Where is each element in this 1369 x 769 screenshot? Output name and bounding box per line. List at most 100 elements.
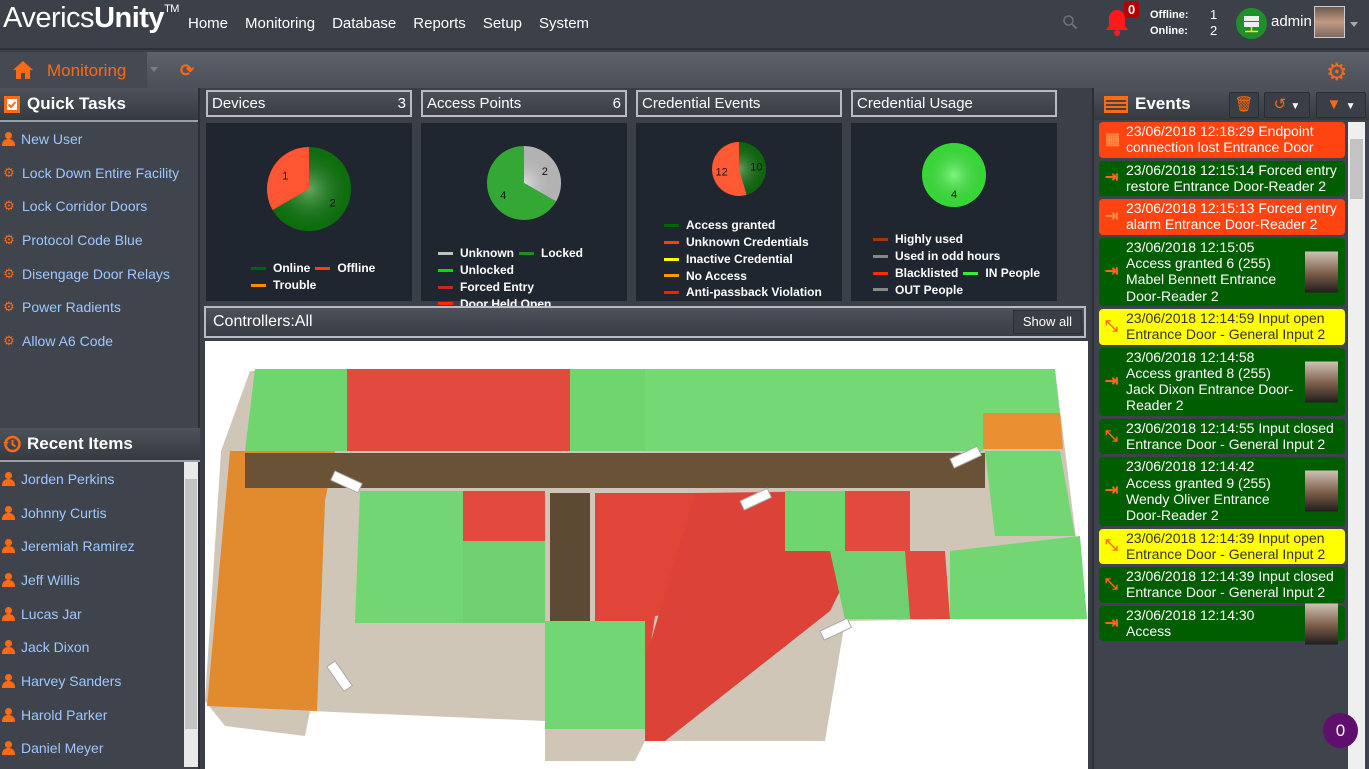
room-green[interactable] bbox=[645, 369, 885, 451]
legend-item[interactable]: Unlocked bbox=[438, 263, 514, 278]
recent-item-label: Jorden Perkins bbox=[21, 470, 115, 487]
event-item[interactable]: ⤡ 23/06/2018 12:14:39 Input closed Entran… bbox=[1099, 567, 1345, 603]
quick-task-lock-down[interactable]: ⚙ Lock Down Entire Facility bbox=[0, 156, 198, 190]
recent-item[interactable]: Jeff Willis bbox=[0, 563, 200, 597]
clear-events-button[interactable]: 🗑 bbox=[1229, 92, 1259, 118]
legend-item[interactable]: Unknown bbox=[438, 246, 514, 261]
quick-task-allow-a6[interactable]: ⚙ Allow A6 Code bbox=[0, 324, 198, 358]
legend-item[interactable]: Access granted bbox=[664, 218, 775, 233]
history-dropdown-button[interactable]: ↺ ▼ bbox=[1264, 92, 1310, 118]
legend-item[interactable]: Locked bbox=[519, 246, 583, 261]
event-item[interactable]: ⇥ 23/06/2018 12:14:58 Access granted 8 (2… bbox=[1099, 347, 1345, 416]
room-green[interactable] bbox=[985, 451, 1075, 536]
recent-item[interactable]: Jeremiah Ramirez bbox=[0, 529, 200, 563]
room-red[interactable] bbox=[463, 491, 545, 541]
recent-items-scrollbar[interactable] bbox=[184, 462, 198, 767]
event-item[interactable]: ⤡ 23/06/2018 12:14:39 Input open Entrance… bbox=[1099, 528, 1345, 565]
user-avatar[interactable] bbox=[1314, 6, 1345, 38]
legend-item[interactable]: Highly used bbox=[873, 232, 963, 247]
section-selector[interactable]: Monitoring bbox=[0, 52, 158, 88]
room-red[interactable] bbox=[905, 551, 950, 619]
events-scrollbar[interactable] bbox=[1348, 122, 1365, 769]
scrollbar-thumb[interactable] bbox=[185, 479, 197, 729]
widget-header[interactable]: Credential Usage bbox=[851, 90, 1057, 117]
quick-task-label: Disengage Door Relays bbox=[22, 265, 170, 282]
event-item[interactable]: ⤡ 23/06/2018 12:14:55 Input closed Entran… bbox=[1099, 418, 1345, 455]
user-menu-caret-icon[interactable] bbox=[1350, 22, 1358, 27]
event-item[interactable]: ▦ 23/06/2018 12:18:29 Endpoint connection… bbox=[1099, 122, 1345, 158]
quick-task-power-radients[interactable]: ⚙ Power Radients bbox=[0, 290, 198, 324]
recent-item[interactable]: Daniel Meyer bbox=[0, 732, 200, 766]
nav-reports[interactable]: Reports bbox=[413, 15, 466, 32]
legend-item[interactable]: Trouble bbox=[251, 278, 316, 293]
room-green[interactable] bbox=[245, 369, 347, 451]
legend-item[interactable]: Unknown Credentials bbox=[664, 235, 809, 250]
event-item[interactable]: ⤡ 23/06/2018 12:14:59 Input open Entrance… bbox=[1099, 308, 1345, 345]
event-item[interactable]: ⇥ 23/06/2018 12:14:30 Access bbox=[1099, 603, 1345, 645]
show-all-button[interactable]: Show all bbox=[1012, 310, 1082, 334]
room-green[interactable] bbox=[355, 491, 463, 623]
filter-dropdown-button[interactable]: ▼ ▼ bbox=[1316, 92, 1366, 118]
event-person-photo[interactable] bbox=[1305, 603, 1338, 645]
app-logo[interactable]: AvericsUnityTM bbox=[3, 2, 179, 35]
event-person-photo[interactable] bbox=[1305, 361, 1338, 403]
recent-item[interactable]: Johnny Curtis bbox=[0, 496, 200, 530]
legend-item[interactable]: Inactive Credential bbox=[664, 252, 793, 267]
legend-swatch bbox=[664, 240, 679, 244]
quick-task-code-blue[interactable]: ⚙ Protocol Code Blue bbox=[0, 223, 198, 257]
widget-header[interactable]: Credential Events bbox=[636, 90, 842, 117]
quick-task-lock-corridor[interactable]: ⚙ Lock Corridor Doors bbox=[0, 189, 198, 223]
room-green[interactable] bbox=[570, 369, 645, 451]
widget-header[interactable]: Access Points 6 bbox=[421, 90, 627, 117]
event-item[interactable]: ⇥ 23/06/2018 12:14:42 Access granted 9 (2… bbox=[1099, 457, 1345, 526]
refresh-icon[interactable]: ⟳ bbox=[180, 61, 194, 81]
legend-item[interactable]: IN People bbox=[963, 266, 1040, 281]
chat-bubble-button[interactable]: 0 bbox=[1323, 713, 1358, 748]
nav-database[interactable]: Database bbox=[332, 15, 396, 32]
events-title: Events bbox=[1135, 94, 1191, 113]
legend-item[interactable]: Blacklisted bbox=[873, 266, 958, 281]
legend-swatch bbox=[664, 291, 679, 294]
recent-item[interactable]: Harold Parker bbox=[0, 698, 200, 732]
event-item[interactable]: ⇥ 23/06/2018 12:15:05 Access granted 6 (2… bbox=[1099, 237, 1345, 306]
nav-home[interactable]: Home bbox=[188, 15, 228, 32]
nav-system[interactable]: System bbox=[539, 15, 589, 32]
event-item[interactable]: ⇥ 23/06/2018 12:15:14 Forced entry restor… bbox=[1099, 160, 1345, 197]
legend-item[interactable]: Offline bbox=[315, 261, 375, 276]
floor-plan-map[interactable] bbox=[205, 341, 1088, 769]
widget-body: 24 Unknown Locked Unlocked Forced Entry Door… bbox=[421, 123, 627, 311]
quick-task-new-user[interactable]: New User bbox=[0, 122, 198, 156]
legend-item[interactable]: Anti-passback Violation bbox=[664, 285, 822, 300]
room-green[interactable] bbox=[463, 541, 545, 623]
server-network-icon[interactable] bbox=[1236, 8, 1267, 39]
recent-item[interactable]: Jack Dixon bbox=[0, 630, 200, 664]
legend-item[interactable]: No Access bbox=[664, 269, 747, 284]
room-orange[interactable] bbox=[983, 413, 1063, 449]
legend-item[interactable]: Used in odd hours bbox=[873, 249, 1000, 264]
recent-item[interactable]: Jorden Perkins bbox=[0, 462, 200, 496]
search-icon[interactable] bbox=[1062, 14, 1078, 30]
room-red[interactable] bbox=[347, 369, 570, 451]
room-green[interactable] bbox=[545, 621, 645, 729]
recent-item[interactable]: Harvey Sanders bbox=[0, 664, 200, 698]
event-item[interactable]: ⇥ 23/06/2018 12:15:13 Forced entry alarm … bbox=[1099, 199, 1345, 235]
nav-monitoring[interactable]: Monitoring bbox=[245, 15, 315, 32]
room-red[interactable] bbox=[845, 491, 910, 551]
legend-label: Locked bbox=[541, 246, 584, 261]
legend-item[interactable]: Forced Entry bbox=[438, 280, 534, 295]
quick-task-disengage-relays[interactable]: ⚙ Disengage Door Relays bbox=[0, 257, 198, 291]
legend-swatch bbox=[873, 254, 888, 258]
room-green[interactable] bbox=[785, 491, 845, 551]
widget-header[interactable]: Devices 3 bbox=[206, 90, 412, 117]
legend-item[interactable]: Online bbox=[251, 261, 310, 276]
legend-label: Access granted bbox=[686, 218, 776, 233]
user-name[interactable]: admin bbox=[1271, 13, 1312, 30]
nav-setup[interactable]: Setup bbox=[483, 15, 522, 32]
legend-item[interactable]: OUT People bbox=[873, 283, 963, 298]
settings-gear-icon[interactable]: ⚙ bbox=[1326, 58, 1348, 87]
event-person-photo[interactable] bbox=[1305, 470, 1338, 512]
recent-item[interactable]: Lucas Jar bbox=[0, 597, 200, 631]
event-person-photo[interactable] bbox=[1305, 251, 1338, 293]
section-dropdown-caret-icon[interactable] bbox=[150, 67, 158, 72]
scrollbar-thumb[interactable] bbox=[1350, 139, 1363, 199]
